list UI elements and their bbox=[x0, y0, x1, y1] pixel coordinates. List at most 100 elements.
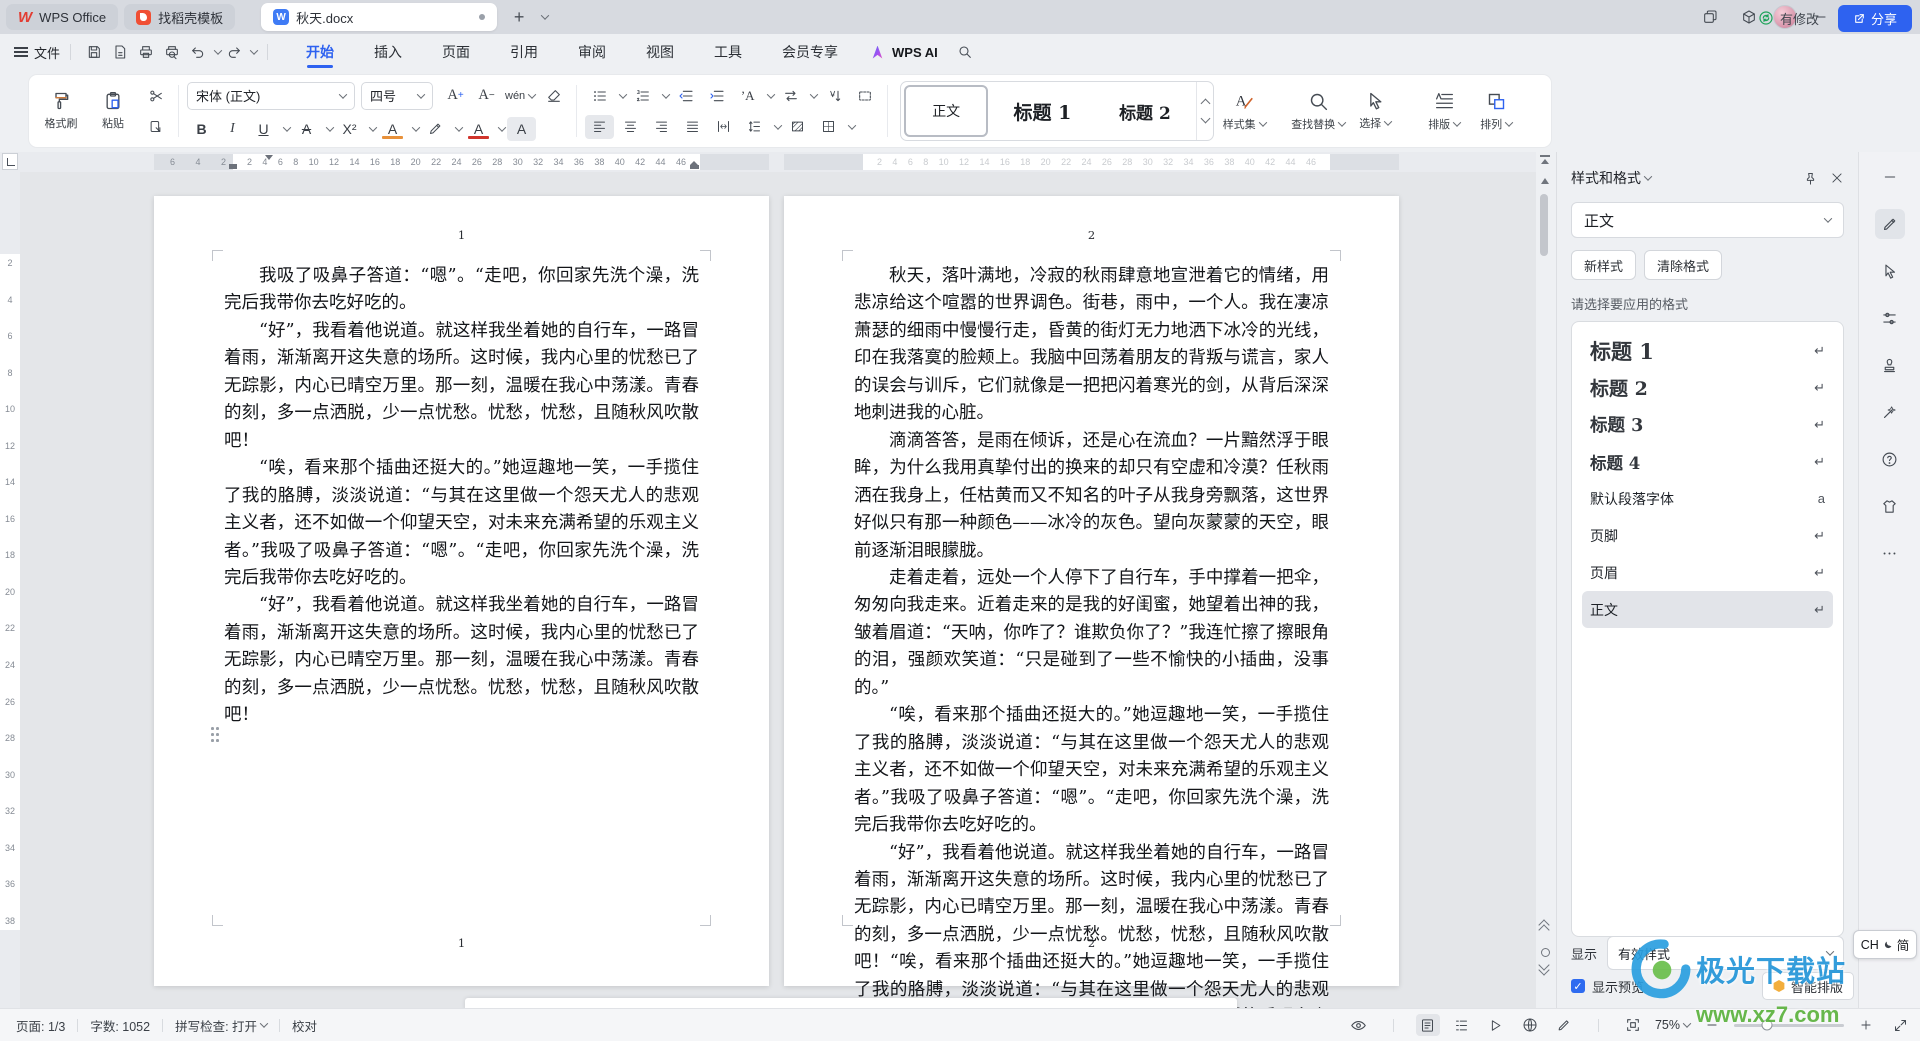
select-button[interactable]: 选择 bbox=[1349, 79, 1401, 143]
text-tool-button[interactable]: ʼA bbox=[733, 84, 762, 108]
adjust-sliders-icon[interactable] bbox=[1875, 303, 1905, 333]
tab-stop-selector[interactable] bbox=[2, 153, 18, 170]
align-left-button[interactable] bbox=[585, 115, 614, 139]
cut-icon[interactable] bbox=[141, 84, 170, 108]
bullet-list-button[interactable] bbox=[585, 84, 614, 108]
style-list-item[interactable]: 页脚↵ bbox=[1582, 517, 1833, 554]
char-shading-button[interactable]: A bbox=[507, 117, 536, 141]
share-button[interactable]: 分享 bbox=[1838, 5, 1912, 32]
text-direction-button[interactable] bbox=[776, 84, 805, 108]
home-tab[interactable]: W WPS Office bbox=[6, 4, 118, 30]
web-layout-icon[interactable] bbox=[1518, 1014, 1542, 1036]
style-gallery-item[interactable]: 标题 1 bbox=[991, 82, 1094, 140]
search-icon[interactable] bbox=[952, 39, 978, 65]
show-filter-select[interactable]: 有效样式 bbox=[1607, 936, 1844, 970]
numbered-list-dropdown[interactable] bbox=[662, 90, 670, 98]
paste-special-icon[interactable] bbox=[141, 115, 170, 139]
eye-protect-icon[interactable] bbox=[1347, 1014, 1371, 1036]
numbered-list-button[interactable] bbox=[628, 84, 657, 108]
underline-dropdown[interactable] bbox=[283, 123, 291, 131]
increase-font-button[interactable]: A+ bbox=[441, 84, 470, 108]
menu-tab-会员专享[interactable]: 会员专享 bbox=[780, 34, 840, 70]
ime-indicator[interactable]: CH 简 bbox=[1853, 930, 1917, 959]
menu-tab-审阅[interactable]: 审阅 bbox=[576, 34, 608, 70]
superscript-dropdown[interactable] bbox=[369, 123, 377, 131]
redo-button[interactable] bbox=[221, 39, 247, 65]
first-line-indent-marker[interactable] bbox=[265, 155, 273, 160]
paragraph[interactable]: “唉，看来那个插曲还挺大的。”她逗趣地一笑，一手揽住了我的胳膊，淡淡说道：“与其… bbox=[224, 455, 699, 592]
scroll-up-arrow[interactable] bbox=[1541, 178, 1549, 184]
browse-object-button[interactable] bbox=[1541, 948, 1550, 957]
menu-tab-引用[interactable]: 引用 bbox=[508, 34, 540, 70]
previous-page-button[interactable] bbox=[1540, 924, 1548, 931]
save-button[interactable] bbox=[81, 39, 107, 65]
spell-check[interactable]: 拼写检查: 打开 bbox=[175, 1016, 257, 1035]
paragraph[interactable]: 秋天，落叶满地，冷寂的秋雨肆意地宣泄着它的情绪，用悲凉给这个喧嚣的世界调色。街巷… bbox=[854, 263, 1329, 428]
ink-pen-icon[interactable] bbox=[1552, 1014, 1576, 1036]
document-tab[interactable]: W 秋天.docx bbox=[261, 3, 497, 31]
menu-tab-视图[interactable]: 视图 bbox=[644, 34, 676, 70]
clear-format-icon[interactable] bbox=[539, 84, 568, 108]
stamp-icon[interactable] bbox=[1875, 350, 1905, 380]
align-right-button[interactable] bbox=[647, 115, 676, 139]
underline-button[interactable]: U bbox=[249, 117, 278, 141]
page-text-body[interactable]: 秋天，落叶满地，冷寂的秋雨肆意地宣泄着它的情绪，用悲凉给这个喧嚣的世界调色。街巷… bbox=[854, 263, 1329, 1008]
edit-pen-icon[interactable] bbox=[1875, 209, 1905, 239]
proofread[interactable]: 校对 bbox=[292, 1016, 317, 1035]
format-painter-button[interactable]: 格式刷 bbox=[35, 79, 87, 143]
superscript-button[interactable]: X² bbox=[335, 117, 364, 141]
undo-button[interactable] bbox=[185, 39, 211, 65]
menu-tab-页面[interactable]: 页面 bbox=[440, 34, 472, 70]
left-indent-marker[interactable] bbox=[229, 164, 237, 169]
horizontal-ruler[interactable]: 642 246810121416182022242628303234363840… bbox=[0, 152, 1536, 172]
style-list-item[interactable]: 标题 2↵ bbox=[1582, 369, 1833, 406]
highlight-color-button[interactable]: A bbox=[378, 117, 407, 141]
justify-button[interactable] bbox=[678, 115, 707, 139]
font-color-button[interactable]: A bbox=[464, 117, 493, 141]
paragraph[interactable]: “好”，我看着他说道。就这样我坐着她的自行车，一路冒着雨，渐渐离开这失意的场所。… bbox=[224, 318, 699, 455]
style-gallery-scroll[interactable] bbox=[1196, 82, 1213, 140]
text-direction-dropdown[interactable] bbox=[810, 90, 818, 98]
play-presentation-icon[interactable] bbox=[1484, 1014, 1508, 1036]
docer-tab[interactable]: 找稻壳模板 bbox=[124, 4, 235, 30]
style-list-item[interactable]: 正文↵ bbox=[1582, 591, 1833, 628]
increase-indent-button[interactable] bbox=[702, 84, 731, 108]
pin-icon[interactable] bbox=[1803, 171, 1818, 186]
print-preview-button[interactable] bbox=[159, 39, 185, 65]
print-button[interactable] bbox=[133, 39, 159, 65]
skin-theme-icon[interactable] bbox=[1875, 491, 1905, 521]
text-tool-dropdown[interactable] bbox=[767, 90, 775, 98]
style-list-item[interactable]: 标题 1↵ bbox=[1582, 332, 1833, 369]
current-style-select[interactable]: 正文 bbox=[1571, 202, 1844, 238]
style-list-item[interactable]: 页眉↵ bbox=[1582, 554, 1833, 591]
arrange-button[interactable]: 排列 bbox=[1470, 79, 1522, 143]
fit-page-icon[interactable] bbox=[1621, 1014, 1645, 1036]
phonetic-guide-button[interactable]: wén bbox=[503, 84, 537, 108]
page-text-body[interactable]: 我吸了吸鼻子答道：“嗯”。“走吧，你回家先洗个澡，洗完后我带你去吃好吃的。“好”… bbox=[224, 263, 699, 730]
paragraph-drag-handle[interactable] bbox=[211, 727, 221, 743]
spell-check-dropdown[interactable] bbox=[260, 1019, 268, 1027]
strikethrough-button[interactable]: A bbox=[292, 117, 321, 141]
export-pdf-button[interactable] bbox=[107, 39, 133, 65]
decrease-indent-button[interactable] bbox=[671, 84, 700, 108]
paragraph[interactable]: “好”，我看着他说道。就这样我坐着她的自行车，一路冒着雨，渐渐离开这失意的场所。… bbox=[854, 840, 1329, 1008]
collapse-panel-icon[interactable] bbox=[1875, 162, 1905, 192]
zoom-in-button[interactable] bbox=[1854, 1014, 1878, 1036]
line-spacing-button[interactable] bbox=[740, 115, 769, 139]
page-view-icon[interactable] bbox=[1416, 1014, 1440, 1036]
show-marks-button[interactable] bbox=[850, 84, 879, 108]
select-tool-icon[interactable] bbox=[1875, 256, 1905, 286]
text-effects-button[interactable] bbox=[421, 117, 450, 141]
page-indicator[interactable]: 页面: 1/3 bbox=[16, 1016, 65, 1035]
decrease-font-button[interactable]: A− bbox=[472, 84, 501, 108]
gallery-up-icon[interactable] bbox=[1200, 99, 1210, 109]
next-page-button[interactable] bbox=[1540, 964, 1548, 971]
style-list-item[interactable]: 默认段落字体a bbox=[1582, 480, 1833, 517]
italic-button[interactable]: I bbox=[218, 117, 247, 141]
style-list-item[interactable]: 标题 3↵ bbox=[1582, 406, 1833, 443]
highlight-dropdown[interactable] bbox=[412, 123, 420, 131]
scroll-to-top-button[interactable] bbox=[1538, 154, 1552, 168]
clear-format-button[interactable]: 清除格式 bbox=[1644, 250, 1722, 280]
borders-dropdown[interactable] bbox=[848, 121, 856, 129]
bullet-list-dropdown[interactable] bbox=[619, 90, 627, 98]
